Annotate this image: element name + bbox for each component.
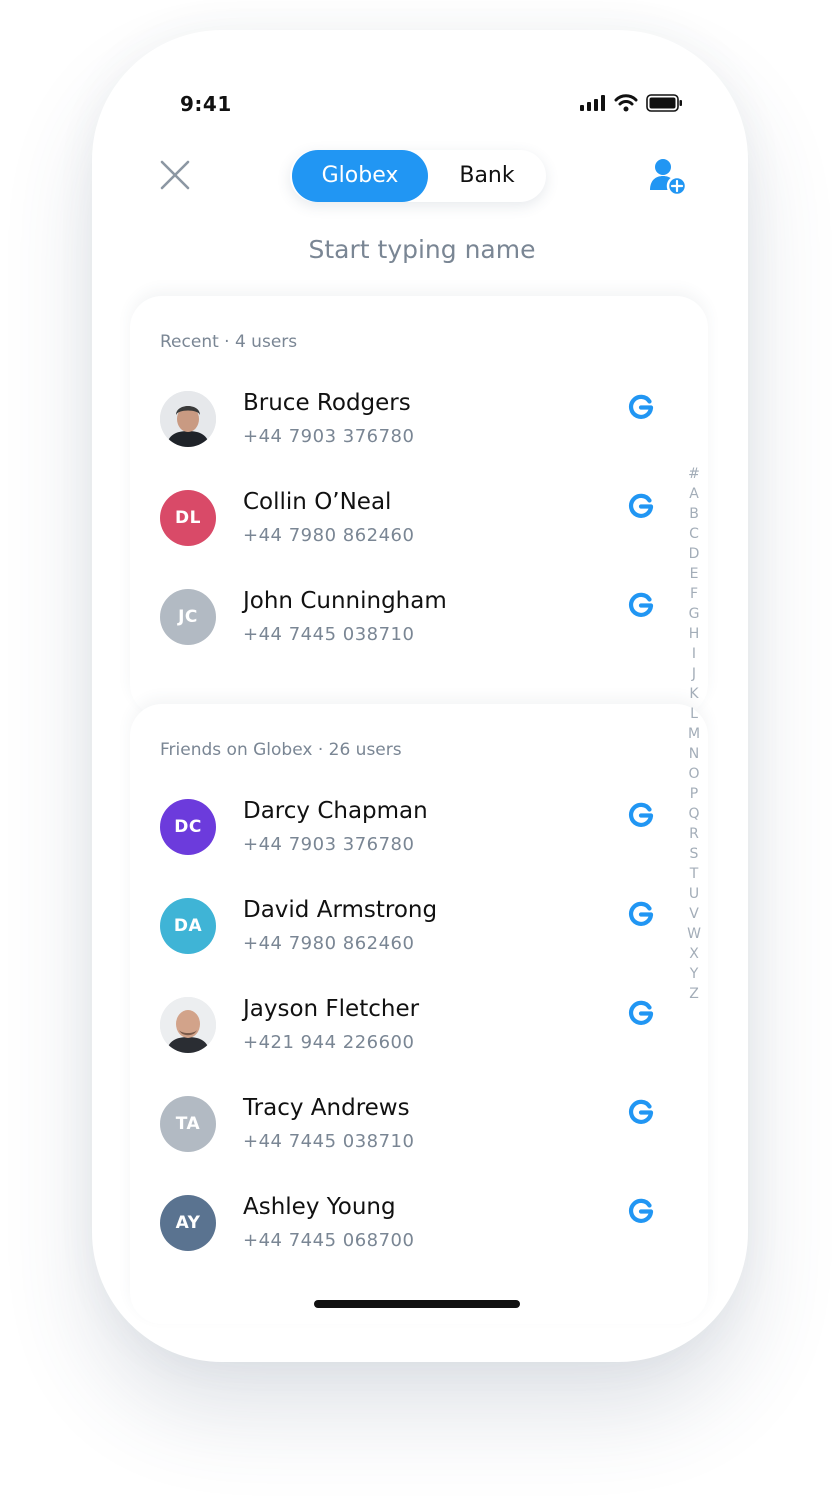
- index-letter[interactable]: E: [686, 564, 702, 584]
- globex-g-icon: [628, 592, 654, 617]
- avatar-photo: [160, 997, 216, 1053]
- status-icons: [580, 94, 684, 112]
- index-letter[interactable]: A: [686, 484, 702, 504]
- contact-phone: +421 944 226600: [243, 1032, 415, 1053]
- index-letter[interactable]: N: [686, 744, 702, 764]
- segment-globex[interactable]: Globex: [292, 150, 428, 202]
- globex-g-icon: [628, 1000, 654, 1025]
- contact-name: Jayson Fletcher: [243, 996, 420, 1022]
- close-icon[interactable]: [158, 158, 192, 192]
- index-letter[interactable]: V: [686, 904, 702, 924]
- index-letter[interactable]: S: [686, 844, 702, 864]
- index-letter[interactable]: X: [686, 944, 702, 964]
- add-user-icon[interactable]: [648, 156, 690, 198]
- recent-section: Recent · 4 users Bruce Rodgers +44 7903 …: [130, 296, 708, 716]
- globex-g-icon: [628, 493, 654, 518]
- search-input[interactable]: [202, 226, 642, 272]
- contact-row[interactable]: DC Darcy Chapman +44 7903 376780: [160, 796, 660, 858]
- index-letter[interactable]: G: [686, 604, 702, 624]
- account-switcher: Globex Bank: [290, 150, 546, 202]
- avatar-initials: JC: [160, 589, 216, 645]
- contact-row[interactable]: AY Ashley Young +44 7445 068700: [160, 1192, 660, 1254]
- index-letter[interactable]: U: [686, 884, 702, 904]
- battery-icon: [646, 94, 682, 112]
- index-letter[interactable]: P: [686, 784, 702, 804]
- person-photo-icon: [160, 997, 216, 1053]
- globex-g-icon: [628, 901, 654, 926]
- index-letter[interactable]: R: [686, 824, 702, 844]
- avatar-initials: AY: [160, 1195, 216, 1251]
- contact-name: Darcy Chapman: [243, 798, 428, 824]
- segment-bank[interactable]: Bank: [428, 150, 546, 202]
- contact-phone: +44 7980 862460: [243, 933, 415, 954]
- index-letter[interactable]: J: [686, 664, 702, 684]
- index-letter[interactable]: W: [686, 924, 702, 944]
- contact-phone: +44 7445 068700: [243, 1230, 415, 1251]
- index-letter[interactable]: Y: [686, 964, 702, 984]
- contact-row[interactable]: DL Collin O’Neal +44 7980 862460: [160, 487, 660, 549]
- avatar-initials: DA: [160, 898, 216, 954]
- globex-g-icon: [628, 1099, 654, 1124]
- contact-name: Ashley Young: [243, 1194, 396, 1220]
- contact-name: Bruce Rodgers: [243, 390, 411, 416]
- index-letter[interactable]: C: [686, 524, 702, 544]
- index-letter[interactable]: T: [686, 864, 702, 884]
- avatar-initials: TA: [160, 1096, 216, 1152]
- globex-g-icon: [628, 1198, 654, 1223]
- index-letter[interactable]: L: [686, 704, 702, 724]
- index-letter[interactable]: I: [686, 644, 702, 664]
- index-letter[interactable]: F: [686, 584, 702, 604]
- index-letter[interactable]: Q: [686, 804, 702, 824]
- index-letter[interactable]: B: [686, 504, 702, 524]
- recent-section-title: Recent · 4 users: [160, 332, 298, 352]
- contact-phone: +44 7445 038710: [243, 1131, 415, 1152]
- contact-row[interactable]: DA David Armstrong +44 7980 862460: [160, 895, 660, 957]
- phone-frame: 9:41 Globex Bank Start typing name Recen…: [92, 30, 748, 1362]
- index-letter[interactable]: M: [686, 724, 702, 744]
- contact-name: David Armstrong: [243, 897, 438, 923]
- contact-row[interactable]: Bruce Rodgers +44 7903 376780: [160, 388, 660, 450]
- contact-name: John Cunningham: [243, 588, 447, 614]
- contact-phone: +44 7903 376780: [243, 426, 415, 447]
- contact-phone: +44 7903 376780: [243, 834, 415, 855]
- contact-row[interactable]: JC John Cunningham +44 7445 038710: [160, 586, 660, 648]
- signal-icon: [580, 95, 605, 111]
- contact-row[interactable]: TA Tracy Andrews +44 7445 038710: [160, 1093, 660, 1155]
- index-letter[interactable]: D: [686, 544, 702, 564]
- index-letter[interactable]: Z: [686, 984, 702, 1004]
- contact-phone: +44 7445 038710: [243, 624, 415, 645]
- index-letter[interactable]: H: [686, 624, 702, 644]
- globex-g-icon: [628, 802, 654, 827]
- friends-section: Friends on Globex · 26 users DC Darcy Ch…: [130, 704, 708, 1324]
- alphabet-index: # A B C D E F G H I J K L M N O P Q R S T U V W X Y Z: [686, 464, 702, 1004]
- avatar-initials: DC: [160, 799, 216, 855]
- index-letter[interactable]: O: [686, 764, 702, 784]
- contact-name: Tracy Andrews: [243, 1095, 410, 1121]
- friends-section-title: Friends on Globex · 26 users: [160, 740, 402, 760]
- wifi-icon: [614, 94, 638, 112]
- person-photo-icon: [160, 391, 216, 447]
- contact-row[interactable]: Jayson Fletcher +421 944 226600: [160, 994, 660, 1056]
- avatar-photo: [160, 391, 216, 447]
- index-letter[interactable]: #: [686, 464, 702, 484]
- contact-phone: +44 7980 862460: [243, 525, 415, 546]
- index-letter[interactable]: K: [686, 684, 702, 704]
- status-time: 9:41: [180, 92, 232, 116]
- globex-g-icon: [628, 394, 654, 419]
- home-indicator[interactable]: [314, 1300, 520, 1308]
- avatar-initials: DL: [160, 490, 216, 546]
- contact-name: Collin O’Neal: [243, 489, 392, 515]
